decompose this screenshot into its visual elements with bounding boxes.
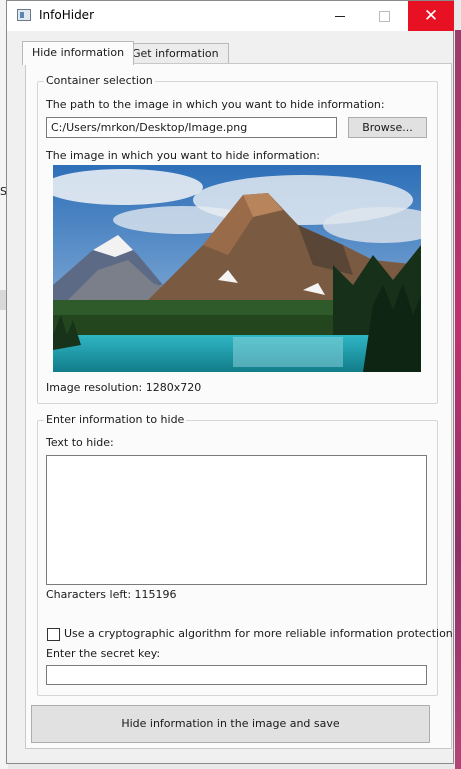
maximize-icon xyxy=(379,10,390,22)
app-icon xyxy=(17,9,31,21)
minimize-button[interactable] xyxy=(317,1,362,31)
container-selection-title: Container selection xyxy=(44,74,155,88)
secret-key-input[interactable] xyxy=(46,665,427,685)
window-title: InfoHider xyxy=(39,8,95,22)
image-preview xyxy=(53,165,421,372)
image-path-label: The path to the image in which you want … xyxy=(46,98,385,111)
container-selection-group: Container selection The path to the imag… xyxy=(37,74,438,404)
close-icon: ✕ xyxy=(423,6,439,26)
image-resolution-label: Image resolution: 1280x720 xyxy=(46,381,202,394)
browse-button[interactable]: Browse... xyxy=(348,117,427,138)
minimize-icon xyxy=(334,15,345,17)
image-preview-label: The image in which you want to hide info… xyxy=(46,149,321,162)
text-to-hide-label: Text to hide: xyxy=(46,436,114,449)
hide-information-panel: Container selection The path to the imag… xyxy=(25,63,453,749)
maximize-button[interactable] xyxy=(362,1,407,31)
close-button[interactable]: ✕ xyxy=(408,1,454,31)
image-path-input[interactable]: C:/Users/mrkon/Desktop/Image.png xyxy=(46,117,337,138)
tab-hide-information[interactable]: Hide information xyxy=(22,41,135,65)
infohider-window: InfoHider ✕ Hide information Get informa… xyxy=(6,0,454,764)
hide-and-save-button[interactable]: Hide information in the image and save xyxy=(31,705,430,743)
tab-get-information[interactable]: Get information xyxy=(122,43,229,63)
crypto-checkbox-label[interactable]: Use a cryptographic algorithm for more r… xyxy=(64,627,453,640)
crypto-checkbox[interactable] xyxy=(47,628,60,641)
characters-left-label: Characters left: 115196 xyxy=(46,588,177,601)
info-to-hide-title: Enter information to hide xyxy=(44,413,187,427)
secret-key-label: Enter the secret key: xyxy=(46,647,161,660)
background-wallpaper xyxy=(455,30,461,769)
title-bar[interactable]: InfoHider ✕ xyxy=(7,1,454,31)
mountain-lake-landscape-image xyxy=(53,165,421,372)
info-to-hide-group: Enter information to hide Text to hide: … xyxy=(37,413,453,696)
text-to-hide-textarea[interactable] xyxy=(46,455,427,585)
